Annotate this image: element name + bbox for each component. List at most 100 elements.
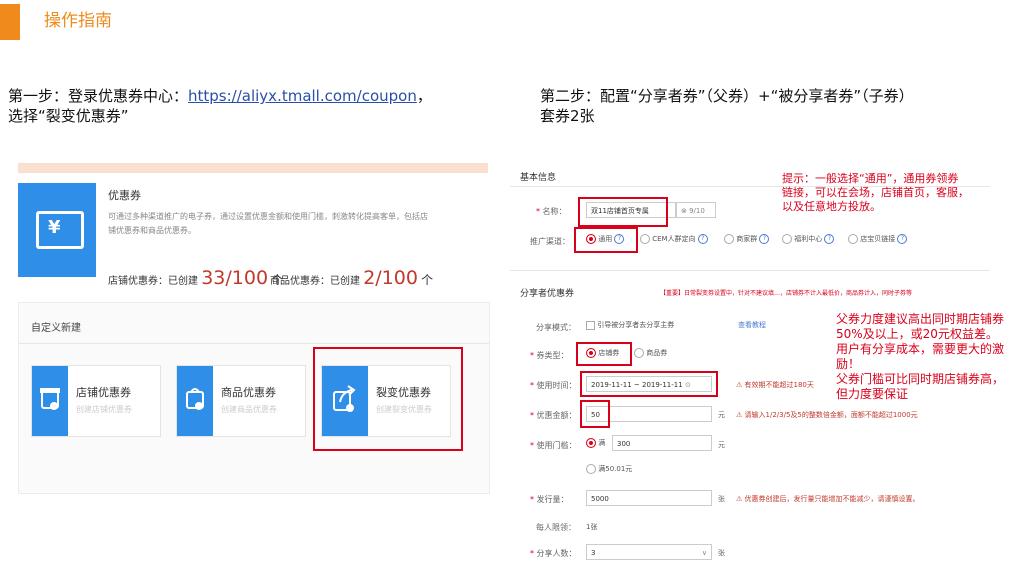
radio-icon [724,234,734,244]
step1-line2: 选择“裂变优惠券” [8,107,129,125]
coupon-center-screenshot: ¥ 优惠券 可通过多种渠道推广的电子券，通过设置优惠金额和使用门槛，刺激转化提高… [18,163,490,494]
radio-icon [782,234,792,244]
help-icon: ? [824,234,835,244]
step1-instructions: 第一步：登录优惠券中心：https://aliyx.tmall.com/coup… [8,86,508,126]
channel-merchant-group[interactable]: 商家群 ? [724,234,770,244]
note-line-6: 但力度要保证 [836,387,909,401]
item-stat-num: 2/100 [363,267,418,289]
threshold-label: * 使用门槛： [530,441,577,450]
note-line-5: 父券门槛可比同时期店铺券高， [836,372,1005,386]
shopping-bag-icon [186,388,204,410]
amount-label: * 优惠金额： [530,411,577,420]
amount-warning: ⚠ 请输入1/2/3/5及5的整数倍金额，面额不能超过1000元 [736,411,918,419]
coupon-ticket-icon: ¥ [36,211,84,249]
share-people-select[interactable]: 3 ∨ [586,544,712,560]
channel-item-link[interactable]: 店宝贝链接 ? [848,234,908,244]
item-stat-unit: 个 [421,273,434,287]
coupon-title: 优惠券 [108,189,141,202]
use-time-warning: ⚠ 有效期不能超过180天 [736,381,814,389]
highlight-amount [580,400,610,428]
help-icon: ? [897,234,908,244]
step2-line2: 套券2张 [540,107,595,125]
per-person-label: 每人限领： [536,523,576,532]
item-coupon-stat: 商品优惠券：已创建 2/100 个 [270,267,433,289]
store-icon [40,388,60,410]
issue-unit: 张 [718,495,725,503]
threshold-input[interactable]: 300 [612,435,712,451]
page-title: 操作指南 [44,11,112,31]
share-mode-label: 分享模式： [536,323,576,332]
help-icon: ? [697,234,708,244]
amount-unit: 元 [718,411,725,419]
note-line-4: 励！ [836,357,861,371]
coupon-center-link[interactable]: https://aliyx.tmall.com/coupon [188,87,417,105]
threshold-unit: 元 [718,441,725,449]
tip-line-1: 提示：一般选择“通用”，通用券领券 [782,172,959,185]
share-people-unit: 张 [718,549,725,557]
highlight-use-time [580,371,718,397]
issue-warning: ⚠ 优惠券创建后，发行量只能增加不能减少，请谨慎设置。 [736,495,920,503]
shop-coupon-stat: 店铺优惠券：已创建 33/100 个 [108,267,283,289]
item-coupon-card-sub: 创建商品优惠券 [221,405,277,414]
step1-suffix: ， [416,87,432,105]
custom-create-label: 自定义新建 [31,323,81,334]
coupon-config-screenshot: 基本信息 * 名称： 双11店铺首页专属 ⊗ 9/10 推广渠道： 通用 ? C… [510,160,1010,560]
shop-coupon-card[interactable]: 店铺优惠券 创建店铺优惠券 [31,365,161,437]
sharer-warning: 【重要】日常裂变券设置中，针对不建议填…，店铺券不计入最低价，商品券计入，同时子… [660,290,913,297]
coupon-desc-line2: 铺优惠券和商品优惠券。 [108,226,196,235]
store-icon-tile [32,366,68,436]
name-char-count: ⊗ 9/10 [676,202,716,218]
divider [510,270,990,271]
shop-stat-label: 店铺优惠券：已创建 [108,276,198,287]
checkbox-icon [586,320,595,330]
channel-label: 推广渠道： [530,237,570,246]
radio-icon [848,234,858,244]
top-strip [18,163,488,173]
radio-icon [640,234,650,244]
highlight-name [578,197,668,227]
tip-line-2: 链接，可以在会场，店铺首页，客服， [782,186,969,199]
step2-line1: 第二步：配置“分享者券”（父券）+“被分享者券”（子券） [540,87,914,105]
radio-icon [586,438,596,448]
channel-welfare[interactable]: 福利中心 ? [782,234,835,244]
coupon-desc-line1: 可通过多种渠道推广的电子券，通过设置优惠金额和使用门槛，刺激转化提高客单，包括店 [108,212,428,221]
coupon-icon-tile: ¥ [18,183,96,277]
issue-label: * 发行量： [530,495,569,504]
highlight-general-channel [574,227,638,253]
tip-line-3: 以及任意地方投放。 [782,200,881,213]
chevron-down-icon: ∨ [701,549,707,557]
radio-icon [634,348,644,358]
issue-input[interactable]: 5000 [586,490,712,506]
shop-stat-num: 33/100 [201,267,269,289]
step1-prefix: 第一步：登录优惠券中心： [8,87,189,105]
item-coupon-card-title: 商品优惠券 [221,386,276,399]
header-accent-bar [0,4,20,40]
note-line-2: 50%及以上，或20元权益差。 [836,327,998,341]
highlight-fission-coupon [313,347,463,451]
use-time-label: * 使用时间： [530,381,577,390]
coupon-type-label: * 券类型： [530,351,569,360]
parent-coupon-note: 父券力度建议高出同时期店铺券 50%及以上，或20元权益差。 用户有分享成本，需… [836,312,1016,402]
name-label: * 名称： [536,207,567,216]
channel-cem[interactable]: CEM人群定向 ? [640,234,708,244]
radio-icon [586,464,596,474]
threshold-option-1[interactable]: 满 [586,438,605,448]
item-coupon-card[interactable]: 商品优惠券 创建商品优惠券 [176,365,306,437]
tip-note: 提示：一般选择“通用”，通用券领券 链接，可以在会场，店铺首页，客服， 以及任意… [782,172,992,214]
per-person-value: 1张 [586,523,598,531]
note-line-3: 用户有分享成本，需要更大的激 [836,342,1005,356]
shop-coupon-card-title: 店铺优惠券 [76,386,131,399]
share-mode-checkbox[interactable]: 引导被分享者去分享主券 [586,320,674,330]
step2-instructions: 第二步：配置“分享者券”（父券）+“被分享者券”（子券） 套券2张 [540,86,1018,126]
highlight-coupon-type [576,342,632,366]
coupon-type-item[interactable]: 商品券 [634,348,667,358]
help-icon: ? [759,234,770,244]
bag-icon-tile [177,366,213,436]
note-line-1: 父券力度建议高出同时期店铺券 [836,312,1005,326]
divider [19,343,489,344]
shop-coupon-card-sub: 创建店铺优惠券 [76,405,132,414]
view-tutorial-link[interactable]: 查看教程 [738,320,766,330]
basic-info-heading: 基本信息 [520,173,557,183]
sharer-coupon-heading: 分享者优惠券 [520,289,575,299]
threshold-option-2[interactable]: 满50.01元 [586,464,632,474]
